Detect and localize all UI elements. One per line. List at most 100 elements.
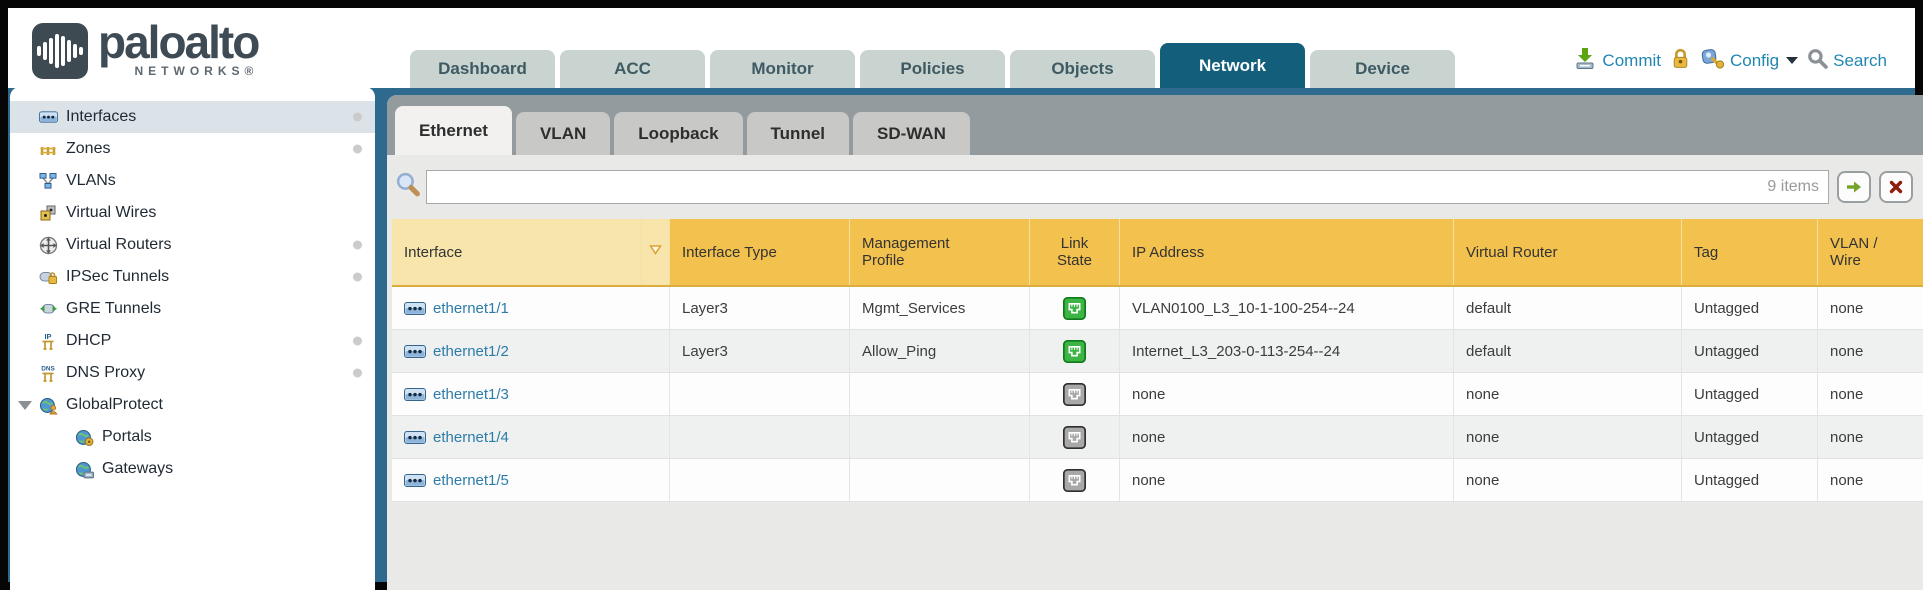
interface-cell: ethernet1/5 xyxy=(392,459,670,501)
interfaces-icon xyxy=(38,108,58,127)
gateways-icon xyxy=(74,460,94,479)
interface-cell: ethernet1/1 xyxy=(392,287,670,329)
tag-cell: Untagged xyxy=(1682,330,1818,372)
nav-tab-acc[interactable]: ACC xyxy=(560,50,705,88)
tab-tunnel[interactable]: Tunnel xyxy=(747,112,849,155)
mgmt-cell: Mgmt_Services xyxy=(850,287,1030,329)
sidebar-item-dhcp[interactable]: IP DHCP xyxy=(10,325,375,357)
tab-loopback[interactable]: Loopback xyxy=(614,112,742,155)
table-row[interactable]: ethernet1/1Layer3Mgmt_Services VLAN0100_… xyxy=(392,287,1923,330)
commit-button[interactable]: Commit xyxy=(1573,46,1661,75)
sidebar-item-virtual-routers[interactable]: Virtual Routers xyxy=(10,229,375,261)
interface-link[interactable]: ethernet1/5 xyxy=(433,472,509,489)
config-button[interactable]: Config xyxy=(1700,46,1798,75)
column-header-link[interactable]: Link State xyxy=(1030,219,1120,285)
sidebar-item-gateways[interactable]: Gateways xyxy=(10,453,375,485)
status-dot xyxy=(353,369,362,378)
tab-sd-wan[interactable]: SD-WAN xyxy=(853,112,970,155)
gre-tunnels-icon xyxy=(38,300,58,319)
sidebar-item-label: VLANs xyxy=(66,172,116,190)
table-row[interactable]: ethernet1/5 nonenoneUntaggednone xyxy=(392,459,1923,502)
sidebar-item-ipsec-tunnels[interactable]: IPSec Tunnels xyxy=(10,261,375,293)
brand-name: paloalto xyxy=(98,18,258,66)
filter-input[interactable] xyxy=(427,171,1828,203)
sidebar-item-label: IPSec Tunnels xyxy=(66,268,169,286)
link-state-down-icon xyxy=(1063,383,1086,406)
nav-tab-policies[interactable]: Policies xyxy=(860,50,1005,88)
sidebar-item-vlans[interactable]: VLANs xyxy=(10,165,375,197)
link-state-down-icon xyxy=(1063,426,1086,449)
type-cell xyxy=(670,373,850,415)
vlans-icon xyxy=(38,172,58,191)
sort-dropdown-button[interactable] xyxy=(642,219,670,285)
vlan-cell: none xyxy=(1818,330,1923,372)
commit-icon xyxy=(1573,46,1597,75)
interface-link[interactable]: ethernet1/4 xyxy=(433,429,509,446)
column-header-tag[interactable]: Tag xyxy=(1682,219,1818,285)
sidebar-item-interfaces[interactable]: Interfaces xyxy=(10,101,375,133)
tab-ethernet[interactable]: Ethernet xyxy=(395,106,512,155)
ip-cell: VLAN0100_L3_10-1-100-254--24 xyxy=(1120,287,1454,329)
interface-icon xyxy=(404,345,426,358)
zones-icon xyxy=(38,140,58,159)
column-header-mgmt[interactable]: Management Profile xyxy=(850,219,1030,285)
sidebar-item-label: DHCP xyxy=(66,332,111,350)
interface-cell: ethernet1/3 xyxy=(392,373,670,415)
globalprotect-icon xyxy=(38,396,58,415)
column-header-vr[interactable]: Virtual Router xyxy=(1454,219,1682,285)
table-row[interactable]: ethernet1/2Layer3Allow_Ping Internet_L3_… xyxy=(392,330,1923,373)
nav-tab-dashboard[interactable]: Dashboard xyxy=(410,50,555,88)
ip-cell: Internet_L3_203-0-113-254--24 xyxy=(1120,330,1454,372)
status-dot xyxy=(353,145,362,154)
tag-cell: Untagged xyxy=(1682,373,1818,415)
link-state-down-icon xyxy=(1063,469,1086,492)
tab-vlan[interactable]: VLAN xyxy=(516,112,610,155)
tag-cell: Untagged xyxy=(1682,459,1818,501)
interface-link[interactable]: ethernet1/3 xyxy=(433,386,509,403)
sidebar-item-virtual-wires[interactable]: Virtual Wires xyxy=(10,197,375,229)
status-dot xyxy=(353,113,362,122)
mgmt-cell xyxy=(850,459,1030,501)
interface-link[interactable]: ethernet1/1 xyxy=(433,300,509,317)
ip-cell: none xyxy=(1120,373,1454,415)
ethernet-interfaces-table: Interface Interface TypeManagement Profi… xyxy=(392,219,1923,502)
search-label: Search xyxy=(1833,51,1887,71)
sidebar-item-label: GRE Tunnels xyxy=(66,300,161,318)
interface-link[interactable]: ethernet1/2 xyxy=(433,343,509,360)
sidebar-item-zones[interactable]: Zones xyxy=(10,133,375,165)
mgmt-cell xyxy=(850,416,1030,458)
clear-filter-button[interactable] xyxy=(1879,171,1913,203)
vlan-cell: none xyxy=(1818,373,1923,415)
link-state-cell xyxy=(1030,373,1120,415)
svg-text:IP: IP xyxy=(44,332,51,341)
nav-tab-device[interactable]: Device xyxy=(1310,50,1455,88)
column-header-interface[interactable]: Interface xyxy=(392,219,642,285)
config-icon xyxy=(1700,46,1725,75)
sidebar-item-dns-proxy[interactable]: DNS DNS Proxy xyxy=(10,357,375,389)
column-header-ip[interactable]: IP Address xyxy=(1120,219,1454,285)
table-row[interactable]: ethernet1/4 nonenoneUntaggednone xyxy=(392,416,1923,459)
paloalto-logo-icon xyxy=(32,23,88,79)
lock-icon[interactable] xyxy=(1670,47,1691,75)
filter-bar: 9 items xyxy=(387,155,1923,219)
column-header-type[interactable]: Interface Type xyxy=(670,219,850,285)
main-nav-tabs: DashboardACCMonitorPoliciesObjectsNetwor… xyxy=(410,43,1455,88)
sidebar-item-gre-tunnels[interactable]: GRE Tunnels xyxy=(10,293,375,325)
sidebar-item-portals[interactable]: Portals xyxy=(10,421,375,453)
vr-cell: none xyxy=(1454,459,1682,501)
screen-frame: ? Help paloalto NETWORKS® DashboardACCMo… xyxy=(0,0,1923,590)
column-header-vlan[interactable]: VLAN / Wire xyxy=(1818,219,1923,285)
apply-filter-button[interactable] xyxy=(1837,171,1871,203)
search-button[interactable]: Search xyxy=(1807,48,1887,74)
mgmt-cell: Allow_Ping xyxy=(850,330,1030,372)
top-bar: paloalto NETWORKS® DashboardACCMonitorPo… xyxy=(8,8,1915,88)
table-row[interactable]: ethernet1/3 nonenoneUntaggednone xyxy=(392,373,1923,416)
sidebar-item-globalprotect[interactable]: GlobalProtect xyxy=(10,389,375,421)
vr-cell: none xyxy=(1454,373,1682,415)
expand-arrow-icon[interactable] xyxy=(18,401,32,410)
type-cell xyxy=(670,416,850,458)
nav-tab-monitor[interactable]: Monitor xyxy=(710,50,855,88)
virtual-wires-icon xyxy=(38,204,58,223)
nav-tab-network[interactable]: Network xyxy=(1160,43,1305,88)
nav-tab-objects[interactable]: Objects xyxy=(1010,50,1155,88)
